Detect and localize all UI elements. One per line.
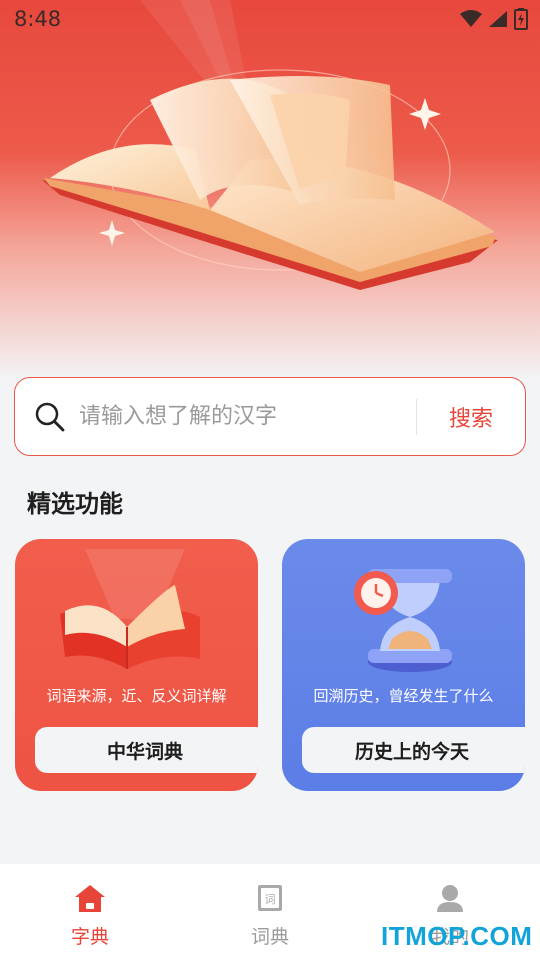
svg-text:词: 词 (265, 893, 276, 906)
home-icon (75, 885, 105, 912)
search-input[interactable] (79, 396, 416, 437)
card-label: 中华词典 (106, 740, 183, 763)
hourglass-clock-icon (354, 569, 452, 672)
user-icon (437, 885, 463, 912)
card-today-in-history[interactable]: 回溯历史，曾经发生了什么 历史上的今天 (282, 539, 525, 791)
battery-charging-icon (514, 8, 528, 30)
watermark: ITMOP.COM (381, 921, 533, 951)
red-book-icon (60, 549, 200, 669)
wifi-icon (460, 10, 482, 27)
hero-banner: 8:48 (0, 0, 540, 380)
search-icon (35, 402, 65, 431)
nav-item-cidian[interactable]: 词 词典 (180, 864, 360, 960)
nav-item-zidian[interactable]: 字典 (0, 864, 180, 960)
card-label: 历史上的今天 (354, 740, 469, 763)
cellular-signal-icon (489, 11, 507, 27)
dictionary-book-icon: 词 (258, 885, 282, 911)
card-label-box: 历史上的今天 (302, 727, 525, 773)
card-description: 回溯历史，曾经发生了什么 (313, 687, 494, 705)
nav-item-label: 词典 (250, 926, 289, 948)
card-description: 词语来源，近、反义词详解 (46, 687, 227, 705)
section-title: 精选功能 (27, 490, 123, 518)
card-label-box: 中华词典 (35, 727, 258, 773)
status-time: 8:48 (14, 7, 62, 31)
nav-item-label: 字典 (70, 926, 109, 948)
card-chinese-dictionary[interactable]: 词语来源，近、反义词详解 中华词典 (15, 539, 258, 791)
status-bar: 8:48 (0, 0, 540, 38)
search-button[interactable]: 搜索 (417, 378, 525, 455)
open-book-illustration (42, 0, 498, 290)
status-icons (460, 8, 528, 30)
search-bar: 搜索 (14, 377, 526, 456)
